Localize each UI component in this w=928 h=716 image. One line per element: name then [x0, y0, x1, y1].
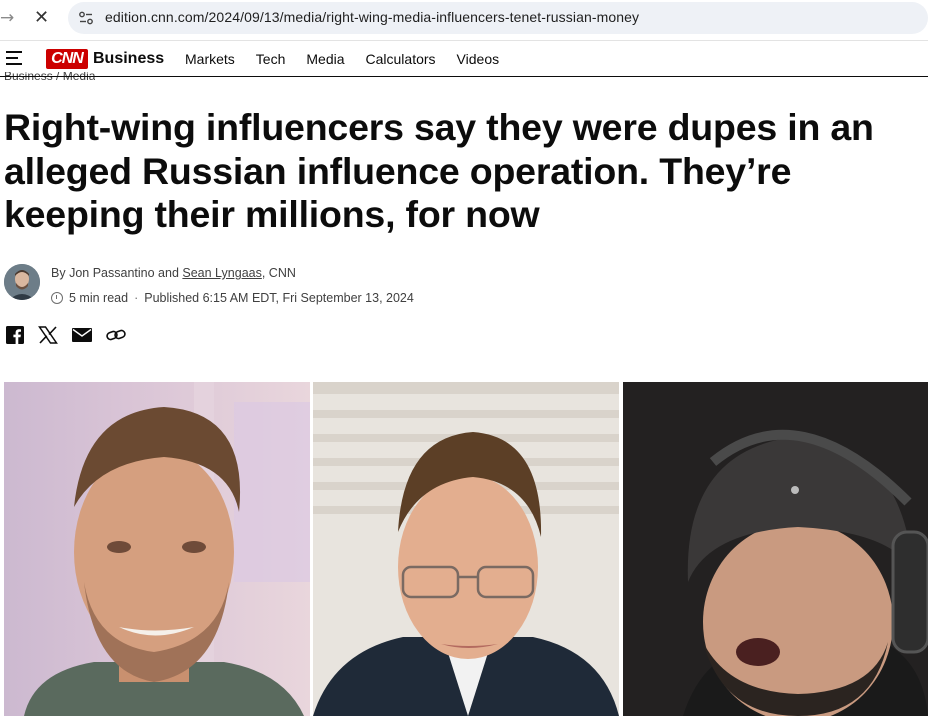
nav-link-media[interactable]: Media — [306, 51, 344, 67]
site-settings-icon[interactable] — [78, 10, 94, 26]
section-brand[interactable]: Business — [93, 50, 164, 68]
nav-link-tech[interactable]: Tech — [256, 51, 286, 67]
author-sean-lyngaas[interactable]: Sean Lyngaas — [182, 266, 261, 280]
breadcrumb: Business / Media — [4, 72, 95, 84]
breadcrumb-separator: / — [56, 72, 60, 83]
close-icon[interactable]: ✕ — [34, 7, 49, 28]
link-icon[interactable] — [106, 328, 126, 342]
published-timestamp: Published 6:15 AM EDT, Fri September 13,… — [144, 291, 414, 305]
author-avatar[interactable] — [4, 264, 40, 300]
nav-link-markets[interactable]: Markets — [185, 51, 235, 67]
photo-left-portrait — [4, 382, 310, 716]
share-bar — [6, 326, 126, 344]
address-bar[interactable]: edition.cnn.com/2024/09/13/media/right-w… — [68, 2, 928, 34]
nav-links: Markets Tech Media Calculators Videos — [185, 51, 520, 67]
clock-icon — [51, 292, 63, 304]
read-time: 5 min read — [69, 291, 129, 305]
arrow-left-icon[interactable]: → — [0, 8, 14, 28]
byline-outlet: , CNN — [261, 266, 296, 280]
author-jon-passantino[interactable]: Jon Passantino — [69, 266, 154, 280]
photo-center-portrait — [313, 382, 619, 716]
breadcrumb-media[interactable]: Media — [63, 72, 96, 83]
nav-link-calculators[interactable]: Calculators — [366, 51, 436, 67]
hero-image — [4, 382, 928, 716]
email-icon[interactable] — [72, 328, 92, 342]
x-icon[interactable] — [38, 326, 58, 344]
nav-link-videos[interactable]: Videos — [457, 51, 500, 67]
hamburger-menu-icon[interactable] — [6, 51, 22, 65]
cnn-logo[interactable]: CNN — [46, 49, 88, 69]
photo-right-portrait — [623, 382, 928, 716]
facebook-icon[interactable] — [6, 326, 24, 344]
article-headline: Right-wing influencers say they were dup… — [4, 106, 874, 235]
url-text[interactable]: edition.cnn.com/2024/09/13/media/right-w… — [105, 9, 639, 25]
meta-separator: · — [134, 291, 139, 305]
byline-and: and — [158, 266, 179, 280]
header-divider — [0, 76, 928, 77]
site-header: CNN Business Markets Tech Media Calculat… — [0, 41, 928, 77]
byline: By Jon Passantino and Sean Lyngaas, CNN — [51, 266, 296, 280]
browser-toolbar: → ✕ edition.cnn.com/2024/09/13/media/rig… — [0, 0, 928, 36]
byline-prefix: By — [51, 266, 66, 280]
article-meta: 5 min read · Published 6:15 AM EDT, Fri … — [51, 291, 414, 305]
breadcrumb-business[interactable]: Business — [4, 72, 53, 83]
